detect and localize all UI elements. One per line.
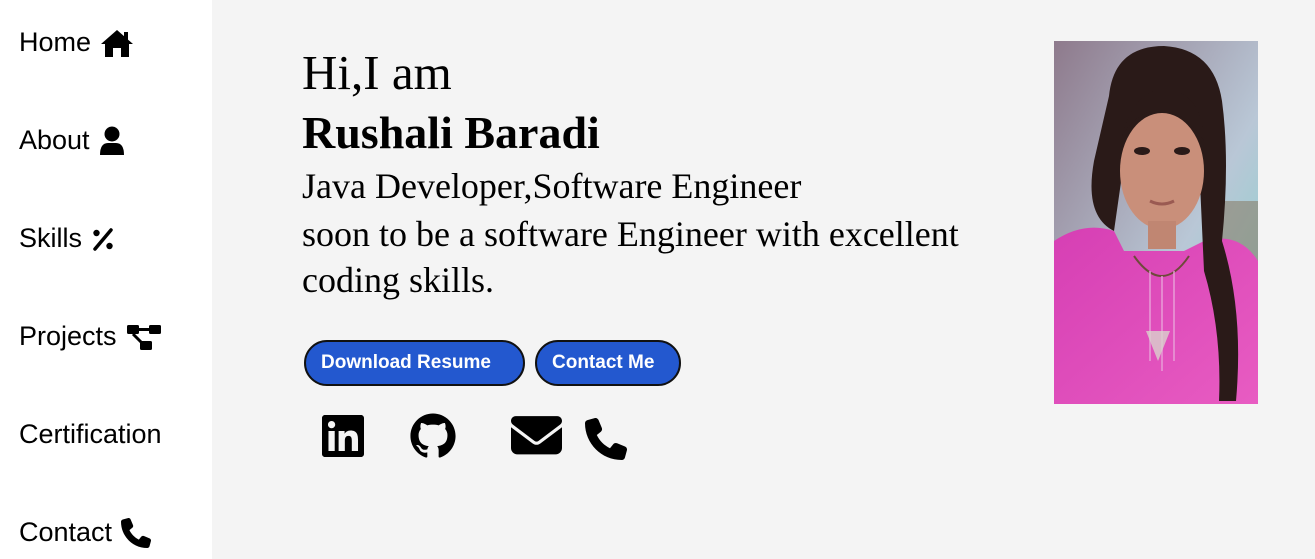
- phone-icon[interactable]: [585, 418, 627, 460]
- nav-item-certification[interactable]: Certification: [19, 419, 162, 450]
- nav-item-projects[interactable]: Projects: [19, 321, 162, 352]
- nav-item-label: Home: [19, 27, 92, 57]
- percent-icon: [91, 226, 115, 252]
- nav-item-label: Projects: [19, 321, 117, 351]
- sitemap-icon: [126, 322, 162, 352]
- nav-item-home[interactable]: Home: [19, 27, 134, 58]
- nav-item-label: Certification: [19, 419, 162, 449]
- nav-item-label: Skills: [19, 223, 83, 253]
- sidebar-nav: Home About Skills Projects Certification…: [0, 0, 212, 559]
- nav-item-skills[interactable]: Skills: [19, 223, 115, 254]
- hero-greeting: Hi,I am: [302, 45, 452, 100]
- profile-photo: [1054, 41, 1258, 404]
- home-icon: [100, 28, 134, 58]
- user-icon: [99, 126, 125, 156]
- email-icon[interactable]: [511, 416, 562, 456]
- hero-section: Hi,I am Rushali Baradi Java Developer,So…: [212, 0, 1315, 559]
- linkedin-icon[interactable]: [320, 412, 366, 460]
- nav-item-about[interactable]: About: [19, 125, 125, 156]
- nav-item-label: About: [19, 125, 90, 155]
- contact-me-button[interactable]: Contact Me: [535, 340, 681, 386]
- download-resume-button[interactable]: Download Resume: [304, 340, 525, 386]
- github-icon[interactable]: [408, 412, 458, 460]
- phone-icon: [121, 517, 152, 548]
- hero-role: Java Developer,Software Engineer: [302, 166, 802, 206]
- nav-item-label: Contact: [19, 517, 113, 547]
- hero-name: Rushali Baradi: [302, 107, 600, 158]
- nav-item-contact[interactable]: Contact: [19, 517, 152, 548]
- hero-tagline: soon to be a software Engineer with exce…: [302, 214, 959, 300]
